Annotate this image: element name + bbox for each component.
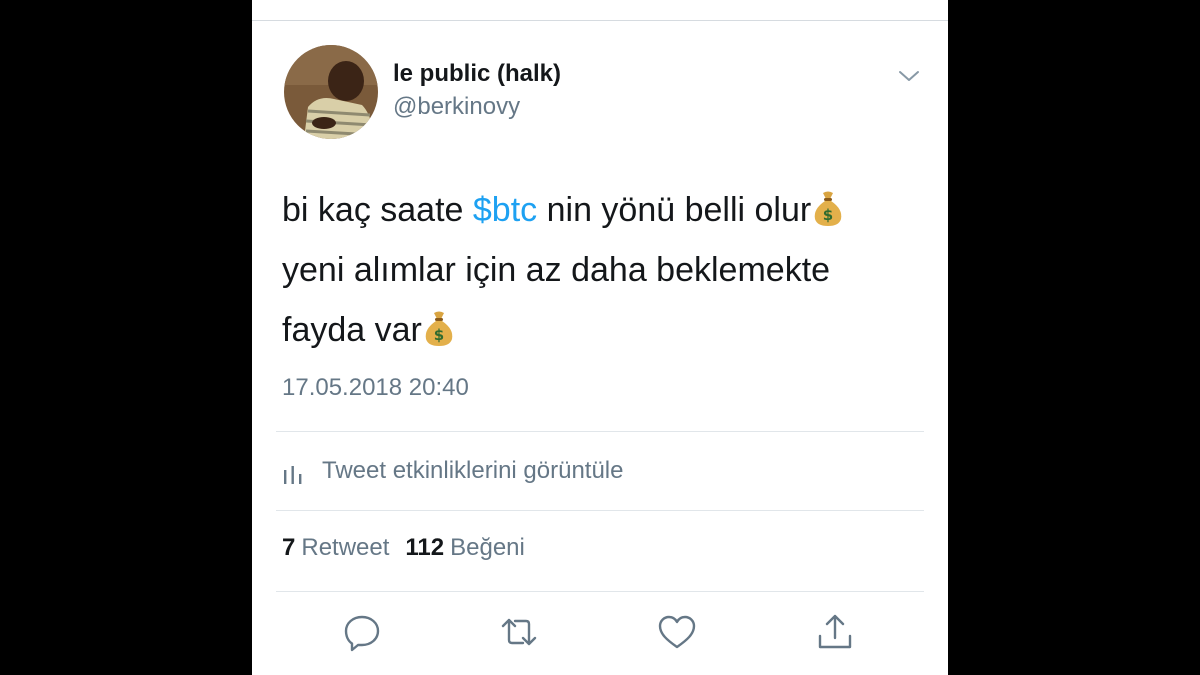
- display-name[interactable]: le public (halk): [393, 60, 561, 88]
- money-bag-emoji: $: [814, 191, 842, 226]
- like-icon[interactable]: [657, 612, 697, 652]
- view-tweet-activity-link[interactable]: Tweet etkinliklerini görüntüle: [282, 448, 624, 494]
- screenshot-stage: le public (halk) @berkinovy bi kaç saate…: [0, 0, 1200, 675]
- reply-icon[interactable]: [342, 612, 382, 652]
- tweet-card: le public (halk) @berkinovy bi kaç saate…: [252, 0, 948, 675]
- tweet-text: bi kaç saate $btc nin yönü belli olur $ …: [282, 180, 902, 360]
- svg-text:$: $: [434, 326, 444, 344]
- likes-label: Beğeni: [450, 534, 525, 561]
- chevron-down-icon[interactable]: [897, 64, 921, 88]
- avatar-image: [284, 45, 378, 139]
- likes-count: 112: [405, 534, 445, 561]
- retweets-count: 7: [282, 534, 296, 561]
- divider: [276, 591, 924, 592]
- tweet-timestamp[interactable]: 17.05.2018 20:40: [282, 374, 469, 402]
- money-bag-emoji: $: [425, 311, 453, 346]
- activity-label: Tweet etkinliklerini görüntüle: [322, 457, 624, 484]
- engagement-stats: 7 Retweet 112 Beğeni: [282, 534, 525, 562]
- retweets-stat[interactable]: 7 Retweet: [282, 534, 389, 561]
- divider: [276, 510, 924, 511]
- retweets-label: Retweet: [301, 534, 390, 561]
- user-handle[interactable]: @berkinovy: [393, 93, 520, 121]
- svg-text:$: $: [823, 206, 833, 224]
- avatar[interactable]: [284, 45, 378, 139]
- cashtag-link[interactable]: $btc: [473, 191, 537, 229]
- top-divider: [252, 20, 948, 21]
- tweet-text-part2: nin yönü belli olur: [537, 191, 812, 229]
- divider: [276, 431, 924, 432]
- retweet-icon[interactable]: [499, 612, 539, 652]
- likes-stat[interactable]: 112 Beğeni: [405, 534, 524, 561]
- share-icon[interactable]: [815, 612, 855, 652]
- tweet-text-part3: yeni alımlar için az daha beklemekte fay…: [282, 251, 831, 349]
- tweet-text-part1: bi kaç saate: [282, 191, 473, 229]
- analytics-bars-icon: [284, 466, 302, 484]
